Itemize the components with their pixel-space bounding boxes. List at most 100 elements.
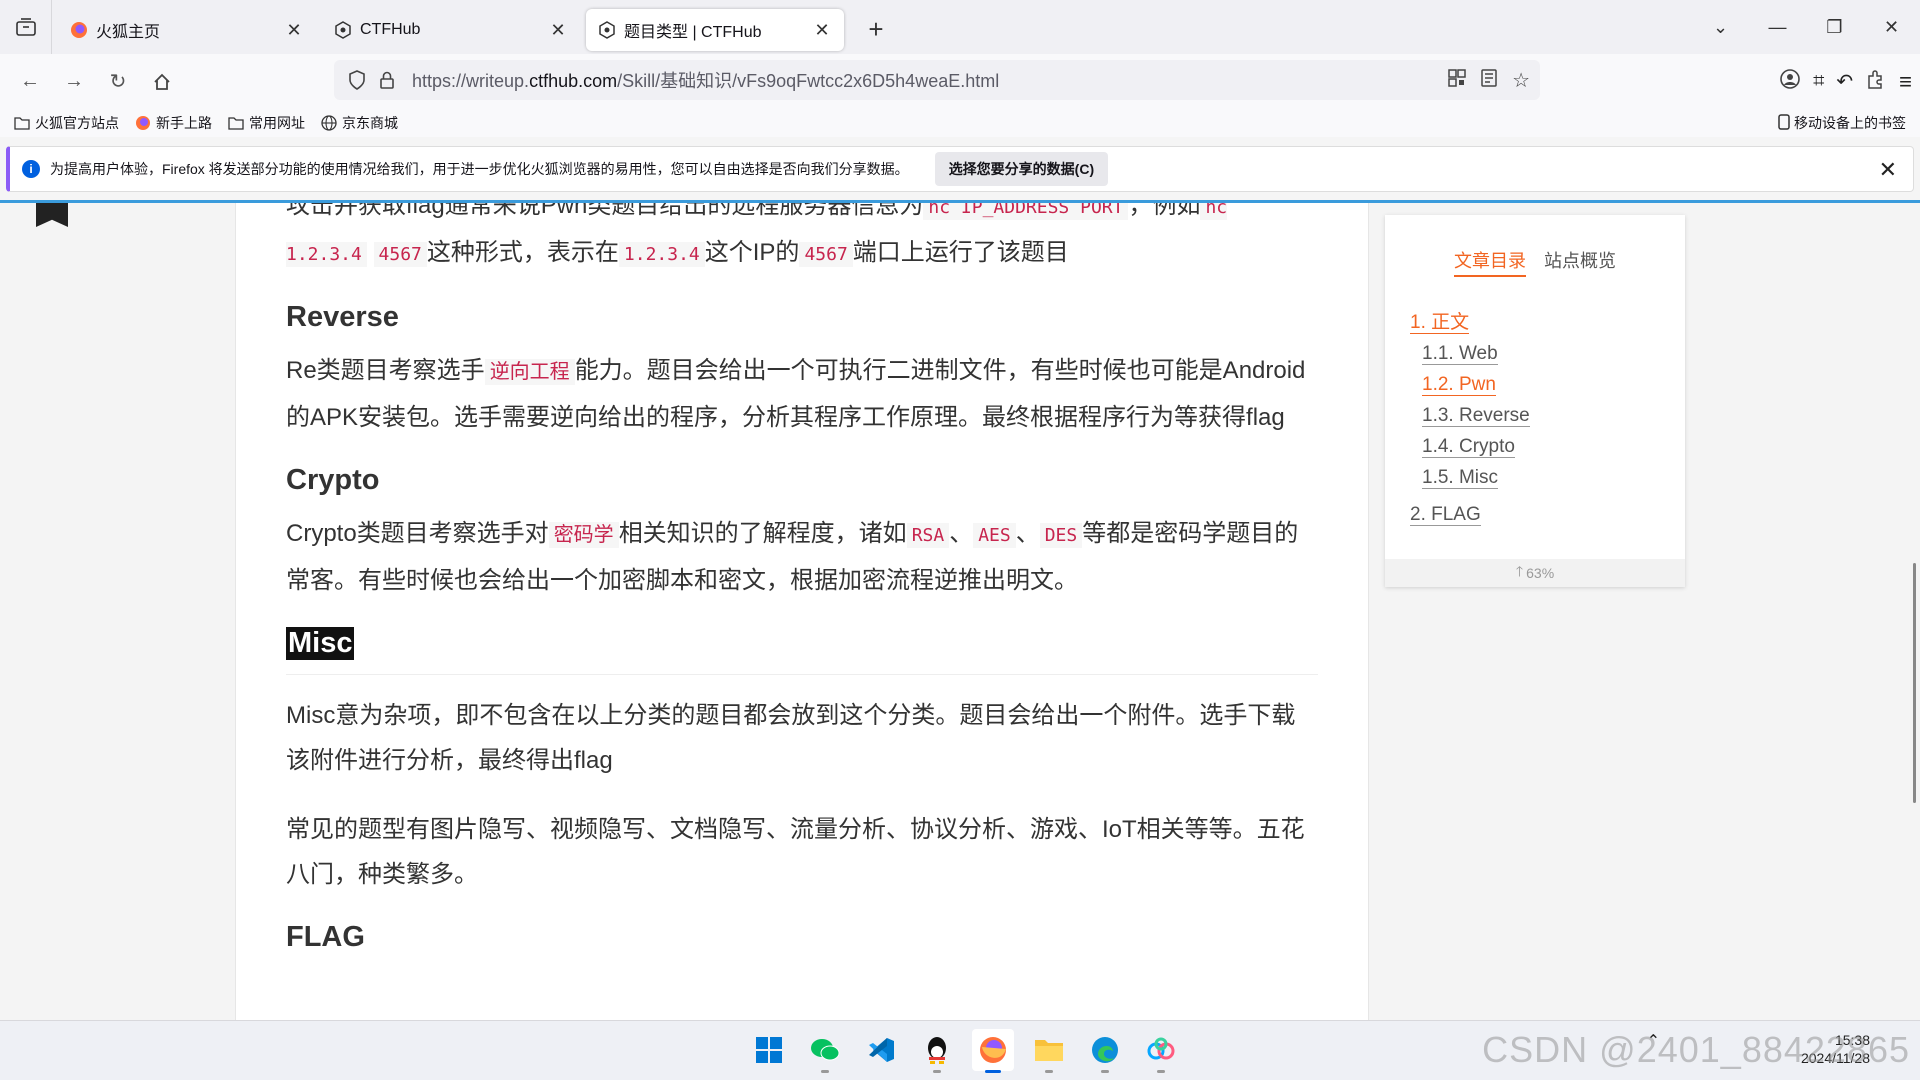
scrollbar-thumb[interactable] [1913, 563, 1916, 803]
reading-progress: 63% [1526, 565, 1555, 581]
toc-item[interactable]: 1.4. Crypto [1410, 431, 1685, 462]
inline-code: 1.2.3.4 [618, 242, 705, 267]
minimize-button[interactable]: — [1749, 17, 1806, 38]
bookmark-label: 火狐官方站点 [35, 115, 119, 131]
account-icon[interactable] [1779, 68, 1801, 95]
bookmark-item[interactable]: 京东商城 [321, 113, 398, 133]
bookmark-item[interactable]: 火狐官方站点 [14, 113, 119, 133]
page-content: 攻击并获取flag通常来说Pwn类题目给出的远程服务器信息为 nc IP_ADDR… [0, 203, 1920, 1020]
wechat-button[interactable] [804, 1029, 846, 1073]
back-to-top-button[interactable]: 🡑 63% [1385, 559, 1685, 587]
toc-link[interactable]: 1.4. Crypto [1422, 436, 1515, 458]
tab-firefox-home[interactable]: 火狐主页 ✕ [58, 9, 316, 51]
tab-list-button[interactable] [0, 0, 52, 54]
article-body: 攻击并获取flag通常来说Pwn类题目给出的远程服务器信息为 nc IP_ADDR… [235, 203, 1369, 1020]
toc-item[interactable]: 1.2. Pwn [1410, 369, 1685, 400]
windows-taskbar: ⌃ 15:38 2024/11/28 CSDN @2401_88422865 [0, 1020, 1920, 1080]
bookmark-ribbon-icon[interactable] [36, 203, 68, 227]
mobile-bookmarks[interactable]: 移动设备上的书签 [1778, 113, 1906, 133]
globe-icon [321, 115, 337, 131]
inline-code: nc IP_ADDRESS PORT [923, 203, 1129, 220]
toc-link[interactable]: 1.1. Web [1422, 343, 1498, 365]
toc-link[interactable]: 1.5. Misc [1422, 467, 1499, 489]
close-icon[interactable]: ✕ [548, 20, 568, 41]
ctfhub-icon [334, 21, 352, 39]
inline-code: DES [1039, 523, 1083, 548]
bookmark-item[interactable]: 新手上路 [135, 113, 212, 133]
vscode-icon [869, 1038, 894, 1062]
table-of-contents: 文章目录 站点概览 1. 正文 1.1. Web 1.2. Pwn 1.3. R… [1385, 215, 1685, 587]
screenshot-crop-icon[interactable]: ⌗ [1813, 70, 1824, 93]
text: ，例如 [1128, 203, 1201, 219]
text: 端口上运行了该题目 [852, 239, 1069, 266]
menu-icon[interactable]: ≡ [1899, 69, 1912, 95]
toc-link[interactable]: 2. FLAG [1410, 504, 1481, 526]
selected-heading-text: Misc [286, 627, 355, 660]
window-controls: ⌄ — ❐ ✕ [1692, 0, 1920, 54]
toc-item[interactable]: 1.1. Web [1410, 338, 1685, 369]
close-icon[interactable]: ✕ [812, 20, 832, 41]
chevron-down-icon[interactable]: ⌄ [1692, 17, 1749, 38]
tab-article-toc[interactable]: 文章目录 [1454, 247, 1526, 277]
shield-icon [349, 70, 365, 90]
forward-button[interactable]: → [52, 60, 96, 104]
undo-icon[interactable]: ↶ [1836, 69, 1853, 94]
windows-start-icon [756, 1037, 782, 1063]
tab-question-types[interactable]: 题目类型 | CTFHub ✕ [586, 9, 844, 51]
home-icon [154, 73, 170, 90]
text: Re类题目考察选手 [286, 357, 485, 384]
close-icon[interactable]: ✕ [1879, 157, 1897, 183]
arrow-right-icon: → [64, 70, 84, 92]
edge-button[interactable] [1084, 1029, 1126, 1073]
wechat-icon [811, 1039, 840, 1061]
extensions-icon[interactable] [1865, 68, 1887, 95]
toc-item[interactable]: 1.5. Misc [1410, 462, 1685, 493]
back-button[interactable]: ← [8, 60, 52, 104]
csdn-watermark: CSDN @2401_88422865 [1482, 1029, 1910, 1070]
home-button[interactable] [140, 60, 184, 104]
arrow-up-icon: 🡑 [1515, 563, 1524, 579]
bookmarks-toolbar: 火狐官方站点 新手上路 常用网址 京东商城 移动设备上的书签 [0, 109, 1920, 137]
tab-site-overview[interactable]: 站点概览 [1544, 247, 1616, 277]
choose-data-button[interactable]: 选择您要分享的数据(C) [934, 152, 1109, 186]
new-tab-button[interactable]: + [856, 9, 896, 49]
file-explorer-button[interactable] [1028, 1029, 1070, 1073]
reload-button[interactable]: ↻ [96, 60, 140, 104]
tab-title: 题目类型 | CTFHub [624, 24, 762, 41]
bookmark-label: 新手上路 [156, 115, 212, 131]
baidu-netdisk-button[interactable] [1140, 1029, 1182, 1073]
tab-title: CTFHub [360, 21, 421, 38]
reader-view-icon[interactable] [1480, 68, 1498, 92]
qq-button[interactable] [916, 1029, 958, 1073]
toc-list: 1. 正文 1.1. Web 1.2. Pwn 1.3. Reverse 1.4… [1410, 307, 1685, 530]
url-domain: ctfhub.com [529, 71, 618, 91]
qr-code-icon[interactable] [1448, 68, 1466, 92]
start-button[interactable] [748, 1029, 790, 1071]
lock-icon [380, 71, 394, 89]
firefox-button[interactable] [972, 1029, 1014, 1073]
vscode-button[interactable] [860, 1029, 902, 1071]
url-text[interactable]: https://writeup.ctfhub.com/Skill/基础知识/vF… [412, 67, 999, 93]
tab-ctfhub[interactable]: CTFHub ✕ [322, 9, 580, 51]
navigation-toolbar: ← → ↻ https://writeup.ctfhub.com/Skill/基… [0, 54, 1920, 109]
toc-item[interactable]: 2. FLAG [1410, 499, 1685, 530]
bookmark-label: 常用网址 [249, 115, 305, 131]
section-heading-crypto: Crypto [286, 464, 380, 496]
inline-code: 4567 [373, 242, 427, 267]
close-icon[interactable]: ✕ [284, 20, 304, 41]
firefox-icon [70, 21, 88, 39]
text: 这种形式，表示在 [426, 239, 619, 266]
ctfhub-icon [598, 21, 616, 39]
reload-icon: ↻ [109, 71, 127, 93]
toc-item[interactable]: 1.3. Reverse [1410, 400, 1685, 431]
toc-item[interactable]: 1. 正文 [1410, 307, 1685, 338]
bookmark-item[interactable]: 常用网址 [228, 113, 305, 133]
toc-link[interactable]: 1. 正文 [1410, 312, 1470, 334]
close-window-button[interactable]: ✕ [1863, 17, 1920, 38]
restore-button[interactable]: ❐ [1806, 17, 1863, 38]
reverse-paragraph: Re类题目考察选手 逆向工程 能力。题目会给出一个可执行二进制文件，有些时候也可能是… [286, 348, 1318, 440]
star-icon[interactable]: ☆ [1512, 68, 1530, 93]
toc-link[interactable]: 1.2. Pwn [1422, 374, 1496, 396]
url-bar[interactable]: https://writeup.ctfhub.com/Skill/基础知识/vF… [334, 60, 1540, 100]
toc-link[interactable]: 1.3. Reverse [1422, 405, 1530, 427]
